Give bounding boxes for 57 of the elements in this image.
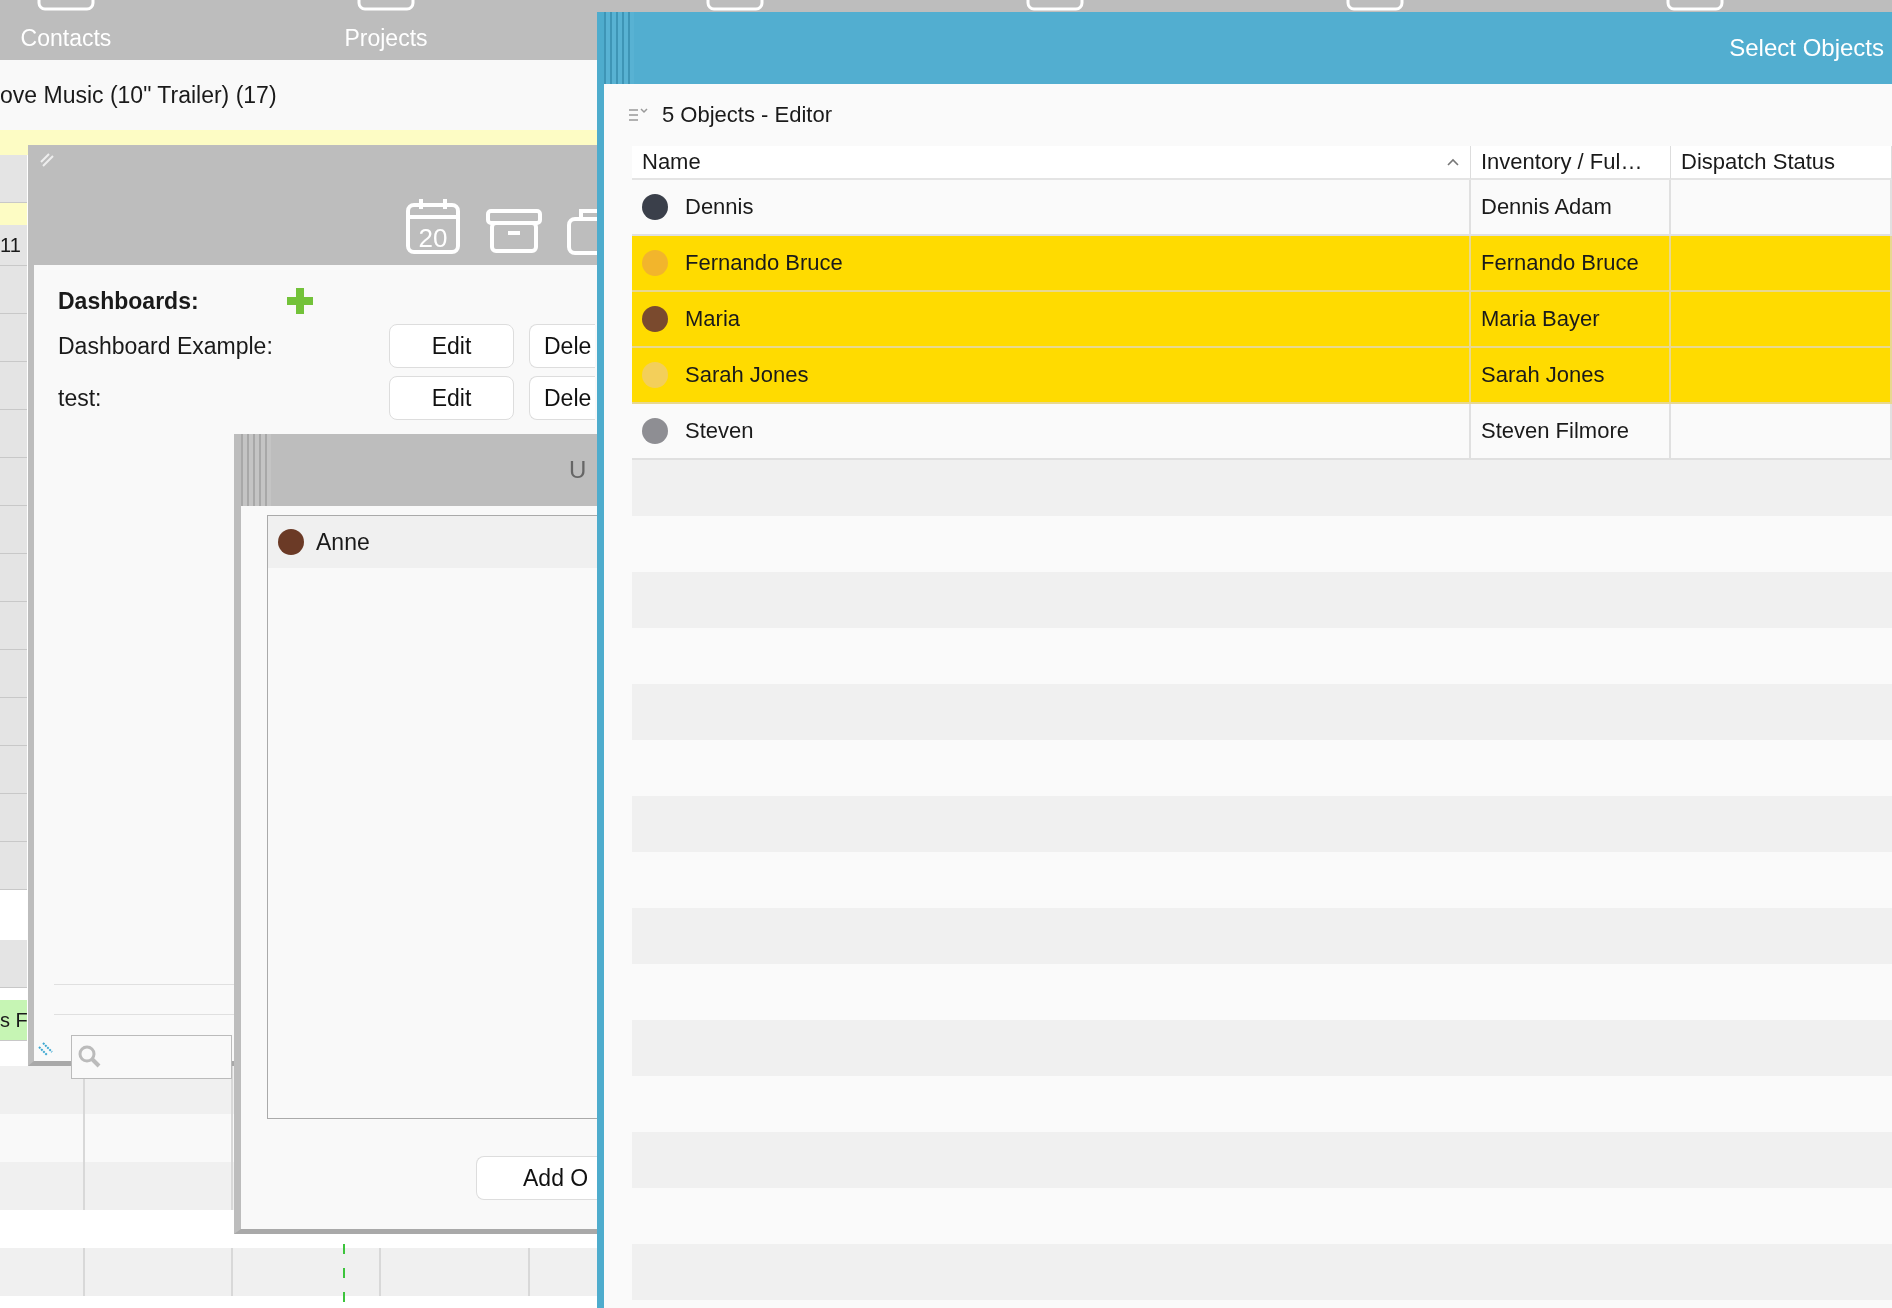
table-cell: Sarah Jones	[1481, 362, 1605, 388]
table-cell: s F	[0, 1000, 27, 1041]
table-cell	[0, 410, 27, 458]
table-cell	[0, 940, 27, 988]
column-header[interactable]: Name	[632, 146, 1471, 180]
window-title: U	[569, 456, 587, 484]
list-item[interactable]: Anne	[268, 516, 597, 568]
table-cell	[0, 458, 27, 506]
window-grip[interactable]	[604, 12, 634, 84]
table-cell: Dennis	[685, 194, 754, 220]
table-cell: Sarah Jones	[685, 362, 809, 388]
dashboard-button[interactable]: Dele	[529, 324, 595, 368]
table-cell	[0, 203, 27, 225]
window-title: Select Objects	[1729, 34, 1885, 62]
table-cell	[0, 554, 27, 602]
resize-grip-icon	[40, 153, 54, 167]
dashboard-label: Dashboard Example:	[58, 332, 274, 360]
add-button[interactable]: Add O	[476, 1156, 597, 1200]
table-cell	[0, 746, 27, 794]
section-title: Dashboards:	[58, 287, 200, 315]
window-grip[interactable]	[241, 434, 271, 506]
table-cell	[0, 314, 27, 362]
item-name: Anne	[316, 528, 370, 556]
dashboard-button[interactable]: Edit	[389, 324, 514, 368]
table-cell	[0, 506, 27, 554]
tab-icon	[1345, 0, 1405, 12]
dashboard-button[interactable]: Edit	[389, 376, 514, 420]
table-cell	[0, 266, 27, 314]
tab-icon	[356, 0, 416, 12]
table-cell: Steven Filmore	[1481, 418, 1629, 444]
column-header[interactable]: Dispatch Status	[1671, 146, 1892, 180]
dashboard-label: test:	[58, 384, 103, 412]
column-header[interactable]: Inventory / Ful…	[1471, 146, 1671, 180]
table-cell: Fernando Bruce	[1481, 250, 1639, 276]
table-cell	[0, 602, 27, 650]
table-cell: Fernando Bruce	[685, 250, 843, 276]
list-title: 5 Objects - Editor	[662, 102, 832, 128]
search-icon	[78, 1045, 102, 1069]
table-cell: 11	[0, 225, 27, 266]
table-cell: Maria Bayer	[1481, 306, 1600, 332]
table-cell: Maria	[685, 306, 740, 332]
resize-grip-icon	[38, 1041, 54, 1057]
tab-icon	[705, 0, 765, 12]
add-icon	[287, 288, 313, 314]
dashboard-button[interactable]: Dele	[529, 376, 595, 420]
table-cell	[0, 698, 27, 746]
search-field[interactable]	[71, 1035, 232, 1079]
tab-icon	[1665, 0, 1725, 12]
tab-icon	[36, 0, 96, 12]
table-cell: Dennis Adam	[1481, 194, 1612, 220]
table-cell	[0, 650, 27, 698]
table-cell: Steven	[685, 418, 754, 444]
table-cell	[0, 155, 27, 203]
table-cell	[0, 362, 27, 410]
table-cell	[0, 794, 27, 842]
table-cell	[0, 842, 27, 890]
tab-icon	[1025, 0, 1085, 12]
